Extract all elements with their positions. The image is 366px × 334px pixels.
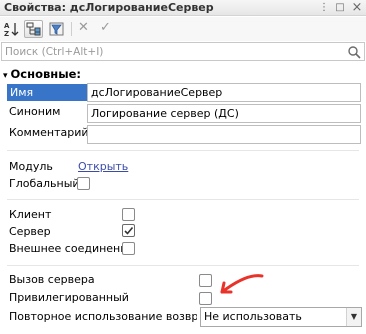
synonym-field[interactable]: Логирование сервер (ДС) bbox=[87, 104, 361, 123]
filter-button[interactable] bbox=[47, 20, 66, 38]
cancel-icon[interactable]: ✕ bbox=[78, 20, 89, 35]
server-call-checkbox[interactable] bbox=[199, 274, 212, 287]
server-checkbox[interactable] bbox=[122, 224, 135, 237]
collapse-triangle-icon: ▾ bbox=[3, 71, 8, 81]
global-label: Глобальный bbox=[9, 177, 80, 190]
window-title: Свойства: дсЛогированиеСервер bbox=[4, 1, 214, 14]
privileged-label: Привилегированный bbox=[9, 291, 129, 304]
toolbar-separator bbox=[71, 22, 72, 36]
open-module-link[interactable]: Открыть bbox=[78, 160, 128, 173]
filter-icon bbox=[49, 22, 64, 36]
search-input[interactable] bbox=[2, 43, 332, 60]
dropdown-arrow-icon[interactable]: ▼ bbox=[346, 308, 361, 326]
privileged-checkbox[interactable] bbox=[199, 292, 212, 305]
client-checkbox[interactable] bbox=[122, 208, 135, 221]
menu-dots-icon[interactable]: ⋮ bbox=[318, 2, 330, 14]
reuse-dropdown-value: Не использовать bbox=[204, 310, 302, 323]
divider bbox=[7, 199, 359, 200]
section-title: Основные: bbox=[10, 67, 81, 81]
client-label: Клиент bbox=[9, 208, 52, 221]
section-header-main[interactable]: ▾ Основные: bbox=[3, 67, 81, 81]
reuse-dropdown[interactable]: Не использовать ▼ bbox=[200, 307, 362, 327]
divider bbox=[7, 150, 359, 151]
maximize-icon[interactable]: □ bbox=[334, 2, 346, 14]
sort-alpha-icon: A Z bbox=[4, 22, 19, 38]
svg-text:Z: Z bbox=[4, 30, 9, 38]
divider bbox=[7, 265, 359, 266]
module-label: Модуль bbox=[9, 160, 53, 173]
annotation-arrow-icon bbox=[220, 274, 264, 294]
server-call-label: Вызов сервера bbox=[9, 273, 95, 286]
name-field[interactable]: дсЛогированиеСервер bbox=[87, 83, 361, 102]
synonym-label: Синоним bbox=[9, 105, 61, 118]
categories-icon bbox=[26, 22, 41, 36]
svg-text:A: A bbox=[4, 22, 10, 30]
external-connection-checkbox[interactable] bbox=[122, 242, 135, 255]
apply-check-icon[interactable]: ✓ bbox=[100, 20, 111, 35]
comment-label: Комментарий bbox=[9, 126, 89, 139]
sort-alpha-button[interactable]: A Z bbox=[2, 20, 21, 38]
external-connection-label: Внешнее соединение bbox=[9, 242, 135, 255]
search-icon[interactable] bbox=[347, 45, 361, 59]
reuse-label: Повторное использование возвращ bbox=[9, 310, 197, 323]
global-checkbox[interactable] bbox=[77, 177, 90, 190]
name-label: Имя bbox=[7, 84, 87, 101]
categories-button[interactable] bbox=[24, 20, 43, 38]
search-box bbox=[1, 42, 365, 61]
title-bar: Свойства: дсЛогированиеСервер ⋮ □ × bbox=[0, 0, 366, 16]
toolbar: A Z ✕ ✓ bbox=[0, 17, 366, 41]
checkmark-icon bbox=[124, 226, 134, 235]
close-icon[interactable]: × bbox=[351, 1, 363, 14]
comment-field[interactable] bbox=[87, 125, 361, 144]
server-label: Сервер bbox=[9, 225, 51, 238]
